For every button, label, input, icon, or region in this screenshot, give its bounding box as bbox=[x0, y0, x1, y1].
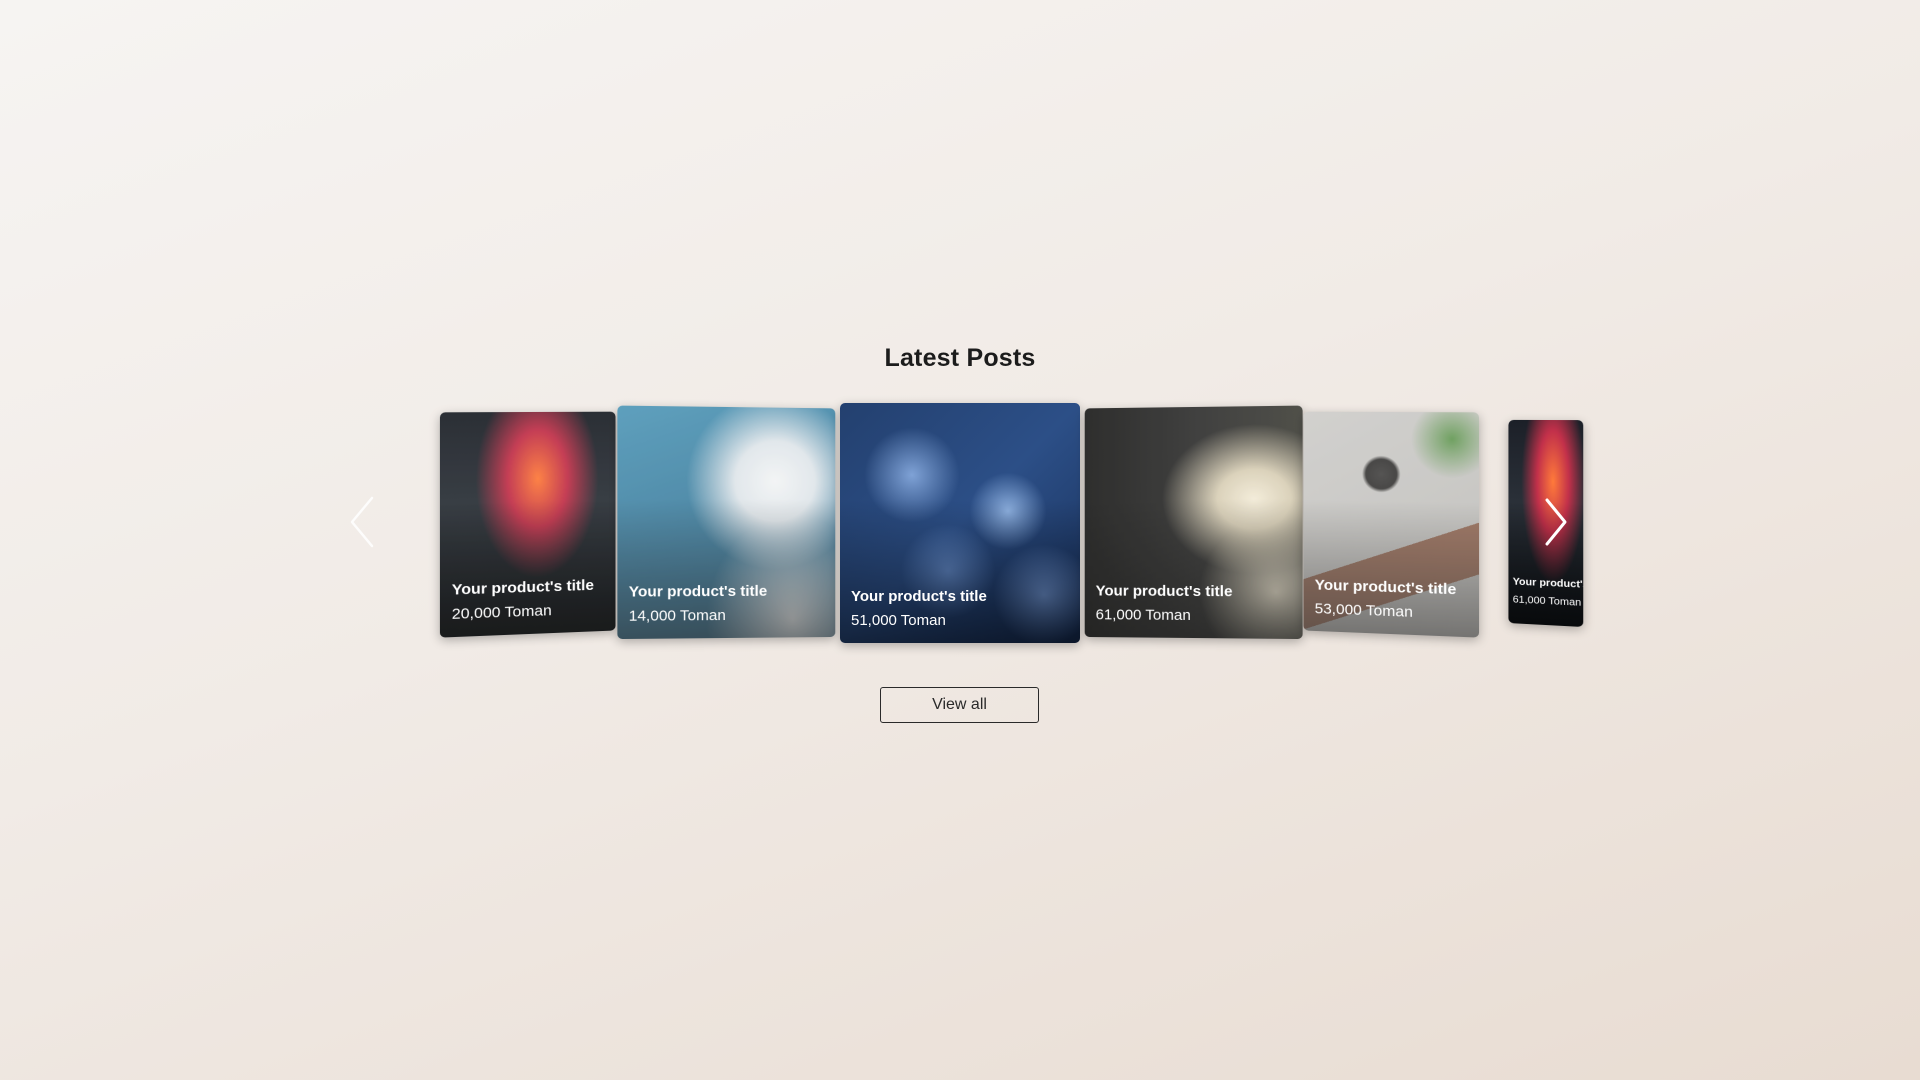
product-card[interactable]: Your product's title 61,000 Toman bbox=[1084, 405, 1303, 640]
product-title: Your product's title bbox=[628, 582, 768, 601]
product-card-active[interactable]: Your product's title 51,000 Toman bbox=[840, 403, 1080, 643]
chevron-left-icon bbox=[350, 496, 374, 548]
product-price: 14,000 Toman bbox=[628, 607, 726, 625]
carousel-prev-button[interactable] bbox=[342, 492, 382, 552]
product-title: Your product's title bbox=[851, 588, 987, 605]
product-card[interactable]: Your product's title 20,000 Toman bbox=[439, 411, 616, 638]
view-all-button[interactable]: View all bbox=[880, 687, 1039, 723]
product-card[interactable]: Your product's title 53,000 Toman bbox=[1303, 411, 1480, 638]
product-title: Your product's title bbox=[1314, 576, 1457, 599]
product-title: Your product's title bbox=[1095, 582, 1233, 601]
product-title: Your product's title bbox=[451, 576, 594, 599]
product-card[interactable]: Your product's title 14,000 Toman bbox=[617, 405, 836, 640]
product-title: Your product's title bbox=[1512, 576, 1584, 592]
chevron-right-icon bbox=[1545, 498, 1567, 546]
carousel-next-button[interactable] bbox=[1537, 492, 1577, 552]
product-price: 61,000 Toman bbox=[1095, 606, 1191, 624]
product-price: 51,000 Toman bbox=[851, 612, 946, 629]
product-carousel: Your product's title 20,000 Toman Your p… bbox=[0, 0, 1920, 1080]
